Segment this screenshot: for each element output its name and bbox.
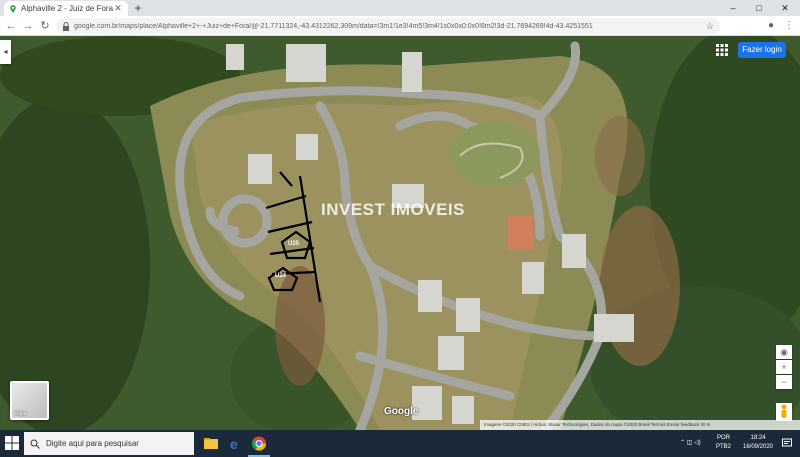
lot-label-u24: U24: [275, 273, 287, 279]
close-window-button[interactable]: ✕: [774, 0, 796, 16]
zoom-in-button[interactable]: +: [776, 360, 792, 374]
layer-toggle-label: Mapa: [14, 411, 27, 417]
pegman-icon[interactable]: [776, 403, 792, 421]
login-button[interactable]: Fazer login: [738, 42, 786, 58]
tab-title: Alphaville 2 - Juiz de Fora - Goo...: [21, 4, 113, 13]
file-explorer-icon[interactable]: [202, 434, 220, 453]
menu-icon[interactable]: ⋮: [782, 19, 796, 33]
zoom-out-button[interactable]: −: [776, 375, 792, 389]
tray-layout: PTB2: [716, 444, 732, 450]
windows-taskbar: Digite aqui para pesquisar e ⌃ ◫ ◁) POR …: [0, 430, 800, 457]
input-language[interactable]: POR PTB2: [716, 434, 731, 452]
tab-close-icon[interactable]: ✕: [113, 3, 123, 14]
lot-label-u25: U25: [288, 241, 300, 247]
address-bar[interactable]: google.com.br/maps/place/Alphaville+2+-+…: [56, 18, 720, 34]
svg-text:e: e: [230, 436, 238, 452]
back-icon[interactable]: ←: [4, 19, 18, 33]
windows-start-icon[interactable]: [5, 436, 19, 450]
satellite-imagery: [0, 36, 800, 430]
apps-grid-icon[interactable]: [715, 43, 729, 57]
browser-tab[interactable]: Alphaville 2 - Juiz de Fora - Goo... ✕: [4, 1, 128, 16]
clock-date: 16/09/2020: [742, 444, 774, 450]
search-placeholder: Digite aqui para pesquisar: [46, 439, 139, 448]
compass-icon[interactable]: ◉: [776, 345, 792, 359]
new-tab-button[interactable]: +: [131, 1, 145, 15]
url-text: google.com.br/maps/place/Alphaville+2+-+…: [74, 22, 593, 30]
tray-lang: POR: [717, 435, 731, 441]
forward-icon[interactable]: →: [21, 19, 35, 33]
lock-icon: [63, 21, 69, 31]
minimize-button[interactable]: –: [722, 0, 744, 16]
reload-icon[interactable]: ↻: [38, 19, 52, 33]
satellite-map[interactable]: U25 U24 INVEST IMOVEIS ◂ Fazer login ◉ +…: [0, 36, 800, 430]
notification-icon[interactable]: [782, 438, 792, 448]
chrome-icon[interactable]: [250, 434, 268, 453]
edge-icon[interactable]: e: [226, 434, 244, 453]
tray-icons[interactable]: ⌃ ◫ ◁): [680, 439, 701, 446]
watermark: INVEST IMOVEIS: [321, 200, 465, 219]
maps-pin-icon: [10, 4, 16, 13]
collapse-panel-button[interactable]: ◂: [0, 40, 11, 64]
taskbar-search[interactable]: Digite aqui para pesquisar: [24, 432, 194, 455]
google-logo: Google: [384, 406, 419, 417]
profile-icon[interactable]: ●: [764, 19, 778, 33]
bookmark-star-icon[interactable]: ☆: [706, 21, 714, 32]
map-attribution: Imagens ©2020 CNES / Airbus, Maxar Techn…: [480, 420, 800, 430]
screen: Alphaville 2 - Juiz de Fora - Goo... ✕ +…: [0, 0, 800, 457]
tab-strip: Alphaville 2 - Juiz de Fora - Goo... ✕ +…: [0, 0, 800, 16]
maximize-button[interactable]: □: [748, 0, 770, 16]
taskbar-clock[interactable]: 18:24 16/09/2020: [738, 434, 778, 452]
search-icon: [30, 439, 40, 449]
clock-time: 18:24: [750, 435, 766, 441]
browser-toolbar: ← → ↻ google.com.br/maps/place/Alphavill…: [0, 16, 800, 36]
map-layer-toggle[interactable]: Mapa: [10, 381, 49, 420]
